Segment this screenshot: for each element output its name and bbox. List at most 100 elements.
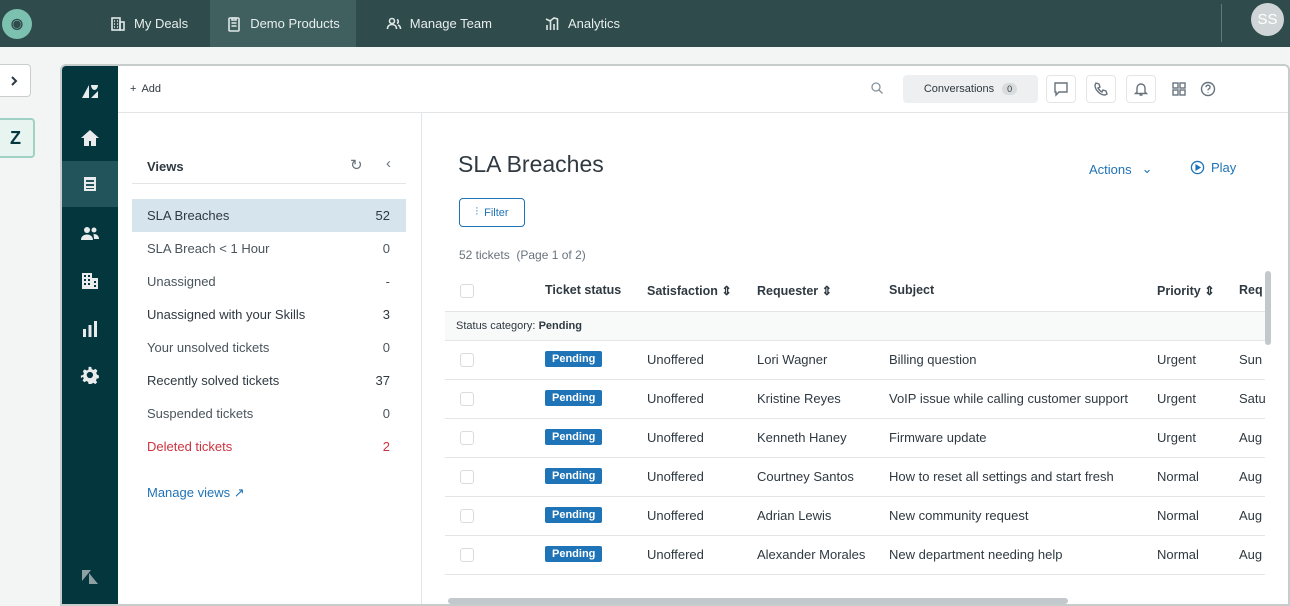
- horizontal-scrollbar[interactable]: [448, 598, 1068, 604]
- table-row[interactable]: Pending Unoffered Kenneth Haney Firmware…: [445, 419, 1265, 458]
- column-subject[interactable]: Subject: [889, 283, 934, 297]
- select-all-checkbox[interactable]: [460, 284, 474, 298]
- cell-subject: New department needing help: [889, 547, 1063, 562]
- nav-demo-products[interactable]: Demo Products: [210, 0, 356, 47]
- ticket-count: 52 tickets (Page 1 of 2): [459, 248, 586, 262]
- nav-manage-team[interactable]: Manage Team: [356, 0, 514, 47]
- status-category-row: Status category: Pending: [445, 311, 1265, 341]
- view-item-deleted[interactable]: Deleted tickets 2: [132, 430, 406, 463]
- home-icon[interactable]: [62, 115, 118, 161]
- column-label: Priority: [1157, 284, 1201, 298]
- table-row[interactable]: Pending Unoffered Adrian Lewis New commu…: [445, 497, 1265, 536]
- table-row[interactable]: Pending Unoffered Alexander Morales New …: [445, 536, 1265, 575]
- view-item-recently-solved[interactable]: Recently solved tickets 37: [132, 364, 406, 397]
- customers-icon[interactable]: [62, 211, 118, 257]
- phone-button[interactable]: [1086, 75, 1116, 103]
- table-row[interactable]: Pending Unoffered Courtney Santos How to…: [445, 458, 1265, 497]
- cell-requested: Aug: [1239, 469, 1263, 484]
- row-checkbox[interactable]: [460, 431, 474, 445]
- zendesk-footer-logo-icon: [62, 554, 118, 600]
- column-priority[interactable]: Priority ⇕: [1157, 283, 1215, 298]
- topbar-divider: [1221, 4, 1222, 42]
- view-count: 2: [382, 439, 390, 454]
- notifications-button[interactable]: [1126, 75, 1156, 103]
- help-icon[interactable]: [1199, 80, 1217, 98]
- analytics-icon: [545, 16, 559, 30]
- actions-menu-button[interactable]: Actions ⌄: [1089, 161, 1153, 177]
- play-button[interactable]: Play: [1190, 160, 1236, 175]
- row-checkbox[interactable]: [460, 509, 474, 523]
- row-checkbox[interactable]: [460, 353, 474, 367]
- views-icon[interactable]: [62, 161, 118, 207]
- cell-priority: Urgent: [1157, 352, 1197, 367]
- cell-requester: Kristine Reyes: [757, 391, 841, 406]
- filter-button[interactable]: ⫶ Filter: [459, 198, 525, 227]
- cell-priority: Urgent: [1157, 391, 1197, 406]
- view-count: 37: [375, 373, 390, 388]
- apps-grid-icon[interactable]: [1170, 80, 1188, 98]
- cell-requester: Lori Wagner: [757, 352, 828, 367]
- plus-icon: +: [130, 83, 137, 95]
- vertical-scrollbar[interactable]: [1265, 271, 1271, 345]
- top-navigation: My Deals Demo Products Manage Team Analy…: [80, 0, 642, 47]
- row-checkbox[interactable]: [460, 548, 474, 562]
- view-label: Unassigned: [147, 274, 216, 289]
- view-label: Deleted tickets: [147, 439, 233, 454]
- view-item-unassigned[interactable]: Unassigned -: [132, 265, 406, 298]
- status-badge: Pending: [545, 507, 603, 523]
- organizations-icon[interactable]: [62, 258, 118, 304]
- column-requester[interactable]: Requester ⇕: [757, 283, 832, 298]
- row-checkbox[interactable]: [460, 392, 474, 406]
- nav-my-deals[interactable]: My Deals: [80, 0, 210, 47]
- conversations-button[interactable]: Conversations 0: [903, 75, 1038, 103]
- manage-views-link[interactable]: Manage views ↗: [147, 485, 245, 501]
- nav-label: Analytics: [567, 16, 620, 31]
- user-avatar[interactable]: SS: [1251, 3, 1284, 36]
- cell-satisfaction: Unoffered: [647, 352, 704, 367]
- category-prefix: Status category:: [456, 320, 536, 332]
- cell-satisfaction: Unoffered: [647, 391, 704, 406]
- view-item-unassigned-skills[interactable]: Unassigned with your Skills 3: [132, 298, 406, 331]
- sort-icon: ⇕: [1204, 284, 1215, 298]
- sort-icon: ⇕: [821, 284, 833, 298]
- row-checkbox[interactable]: [460, 470, 474, 484]
- cell-subject: Firmware update: [889, 430, 987, 445]
- building-icon: [111, 16, 125, 31]
- chat-button[interactable]: [1046, 75, 1076, 103]
- table-row[interactable]: Pending Unoffered Lori Wagner Billing qu…: [445, 341, 1265, 380]
- nav-label: My Deals: [134, 16, 189, 31]
- view-item-suspended[interactable]: Suspended tickets 0: [132, 397, 406, 430]
- views-divider: [132, 183, 406, 184]
- column-satisfaction[interactable]: Satisfaction ⇕: [647, 283, 732, 298]
- actions-label: Actions: [1089, 161, 1132, 177]
- search-icon[interactable]: [870, 81, 884, 95]
- add-label: Add: [141, 83, 162, 95]
- filter-sliders-icon: ⫶: [475, 206, 479, 218]
- column-ticket-status[interactable]: Ticket status: [545, 283, 621, 297]
- ticket-total: 52 tickets: [459, 248, 510, 262]
- cell-subject: How to reset all settings and start fres…: [889, 469, 1114, 484]
- views-panel: Views ↻ ‹ SLA Breaches 52 SLA Breach < 1…: [118, 113, 422, 604]
- zendesk-app-icon[interactable]: Z: [0, 118, 35, 158]
- view-item-your-unsolved[interactable]: Your unsolved tickets 0: [132, 331, 406, 364]
- page-info: (Page 1 of 2): [516, 248, 586, 262]
- add-button[interactable]: + Add: [130, 83, 161, 95]
- cell-subject: Billing question: [889, 352, 977, 367]
- view-label: Your unsolved tickets: [147, 340, 270, 355]
- collapse-panel-icon[interactable]: ‹: [386, 155, 391, 172]
- nav-analytics[interactable]: Analytics: [514, 0, 642, 47]
- refresh-icon[interactable]: ↻: [350, 156, 363, 174]
- column-requested[interactable]: Req: [1239, 283, 1263, 297]
- table-header: Ticket status Satisfaction ⇕ Requester ⇕…: [445, 271, 1265, 311]
- reporting-icon[interactable]: [62, 306, 118, 352]
- view-item-sla-breach-1-hour[interactable]: SLA Breach < 1 Hour 0: [132, 232, 406, 265]
- table-row[interactable]: Pending Unoffered Kristine Reyes VoIP is…: [445, 380, 1266, 419]
- app-logo-icon[interactable]: ◉: [2, 8, 32, 39]
- view-item-sla-breaches[interactable]: SLA Breaches 52: [132, 199, 406, 232]
- cell-satisfaction: Unoffered: [647, 469, 704, 484]
- view-count: 0: [382, 241, 390, 256]
- zendesk-logo-icon[interactable]: [62, 68, 118, 114]
- admin-gear-icon[interactable]: [62, 353, 118, 399]
- expand-sidebar-button[interactable]: [0, 64, 31, 97]
- cell-requested: Aug: [1239, 508, 1263, 523]
